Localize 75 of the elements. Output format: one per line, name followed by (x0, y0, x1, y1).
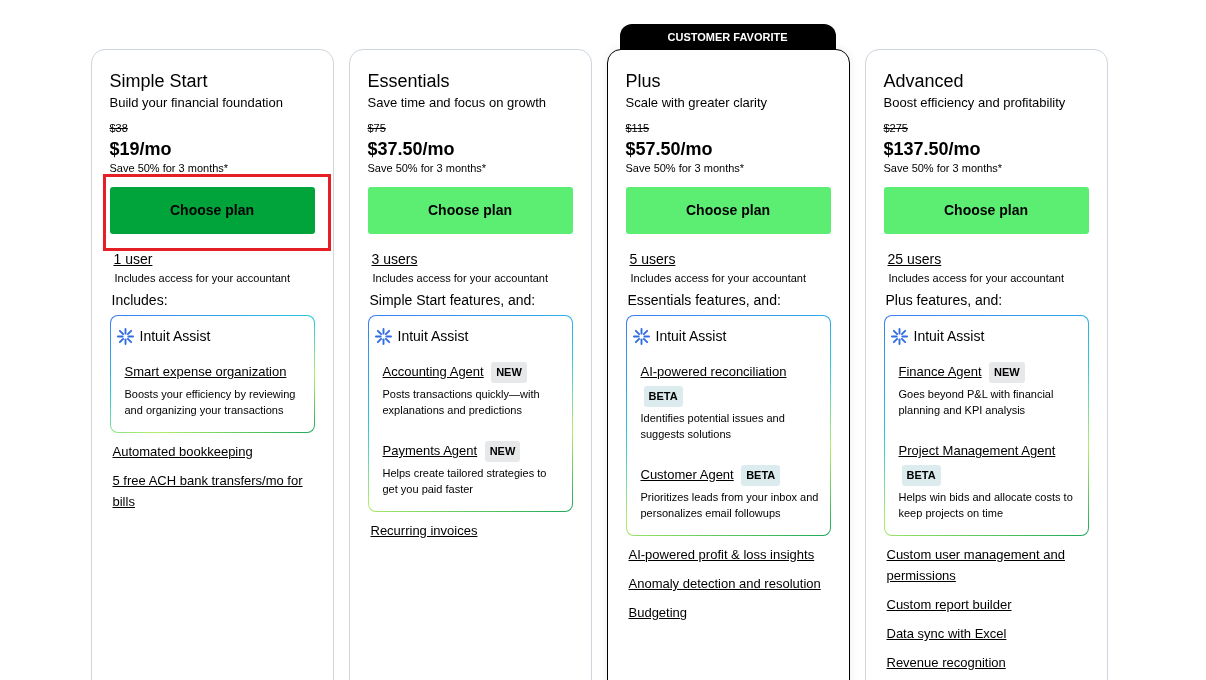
feature-description: Identifies potential issues and suggests solutions (640, 411, 786, 442)
feature-description: Helps win bids and allocate costs to keep projects on time (898, 490, 1074, 521)
promo-text: Save 50% for 3 months* (625, 161, 746, 175)
users-note: Includes access for your accountant (630, 271, 807, 285)
old-price: $75 (367, 121, 386, 135)
users-link[interactable]: 25 users (887, 251, 942, 267)
includes-label: Plus features, and: (885, 292, 1004, 309)
choose-plan-button[interactable]: Choose plan (109, 187, 315, 234)
feature-link[interactable]: Custom report builder (886, 594, 1089, 615)
feature-link[interactable]: Automated bookkeeping (112, 441, 315, 462)
assist-title: Intuit Assist (139, 327, 211, 346)
feature-link[interactable]: Recurring invoices (370, 520, 573, 541)
new-tag: NEW (989, 362, 1025, 383)
old-price: $115 (625, 121, 650, 135)
plan-name: Advanced (883, 70, 965, 92)
promo-text: Save 50% for 3 months* (367, 161, 488, 175)
feature-link[interactable]: Budgeting (628, 602, 831, 623)
feature-description: Prioritizes leads from your inbox and personalizes email followups (640, 490, 820, 521)
plan-tagline: Scale with greater clarity (625, 95, 769, 111)
feature-link[interactable]: Project Management Agent (898, 443, 1056, 458)
new-tag: NEW (491, 362, 527, 383)
feature-link[interactable]: Revenue recognition (886, 652, 1089, 673)
beta-tag: BETA (741, 465, 781, 486)
includes-label: Simple Start features, and: (369, 292, 537, 309)
feature-link[interactable]: AI-powered profit & loss insights (628, 544, 831, 565)
plan-name: Plus (625, 70, 662, 92)
choose-plan-button[interactable]: Choose plan (883, 187, 1089, 234)
beta-tag: BETA (643, 386, 683, 407)
users-link[interactable]: 5 users (629, 251, 676, 267)
feature-link[interactable]: Anomaly detection and resolution (628, 573, 831, 594)
assist-title: Intuit Assist (397, 327, 469, 346)
plan-price: $137.50/mo (883, 139, 982, 159)
plan-tagline: Save time and focus on growth (367, 95, 547, 111)
feature-link[interactable]: Data sync with Excel (886, 623, 1089, 644)
feature-link[interactable]: AI-powered reconciliation (640, 364, 787, 379)
feature-link[interactable]: Finance Agent (898, 364, 982, 379)
sparkle-icon (890, 328, 908, 345)
plan-name: Simple Start (109, 70, 209, 92)
includes-label: Includes: (111, 292, 169, 309)
users-note: Includes access for your accountant (372, 271, 549, 285)
plan-name: Essentials (367, 70, 451, 92)
feature-description: Posts transactions quickly—with explanations and predictions (382, 387, 541, 418)
plan-price: $57.50/mo (625, 139, 714, 159)
old-price: $275 (883, 121, 908, 135)
users-link[interactable]: 3 users (371, 251, 418, 267)
plan-tagline: Build your financial foundation (109, 95, 284, 111)
feature-link[interactable]: Custom user management and permissions (886, 544, 1089, 586)
feature-link[interactable]: 5 free ACH bank transfers/mo for bills (112, 470, 315, 512)
feature-description: Boosts your efficiency by reviewing and organizing your transactions (124, 387, 297, 418)
feature-link[interactable]: Payments Agent (382, 443, 478, 458)
users-link[interactable]: 1 user (113, 251, 153, 267)
users-note: Includes access for your accountant (114, 271, 291, 285)
plan-price: $19/mo (109, 139, 173, 159)
users-note: Includes access for your accountant (888, 271, 1065, 285)
feature-description: Helps create tailored strategies to get you paid faster (382, 466, 548, 497)
assist-title: Intuit Assist (655, 327, 727, 346)
sparkle-icon (632, 328, 650, 345)
choose-plan-button[interactable]: Choose plan (625, 187, 831, 234)
feature-link[interactable]: Accounting Agent (382, 364, 484, 379)
assist-title: Intuit Assist (913, 327, 985, 346)
sparkle-icon (116, 328, 134, 345)
sparkle-icon (374, 328, 392, 345)
plan-price: $37.50/mo (367, 139, 456, 159)
feature-description: Goes beyond P&L with financial planning and KPI analysis (898, 387, 1055, 418)
new-tag: NEW (484, 441, 521, 462)
feature-link[interactable]: Customer Agent (640, 467, 734, 482)
promo-text: Save 50% for 3 months* (109, 161, 230, 175)
feature-link[interactable]: Smart expense organization (124, 364, 287, 379)
plan-tagline: Boost efficiency and profitability (883, 95, 1067, 111)
old-price: $38 (109, 121, 128, 135)
promo-text: Save 50% for 3 months* (883, 161, 1004, 175)
includes-label: Essentials features, and: (627, 292, 782, 309)
choose-plan-button[interactable]: Choose plan (367, 187, 573, 234)
beta-tag: BETA (901, 465, 941, 486)
featured-tag: CUSTOMER FAVORITE (619, 24, 836, 50)
